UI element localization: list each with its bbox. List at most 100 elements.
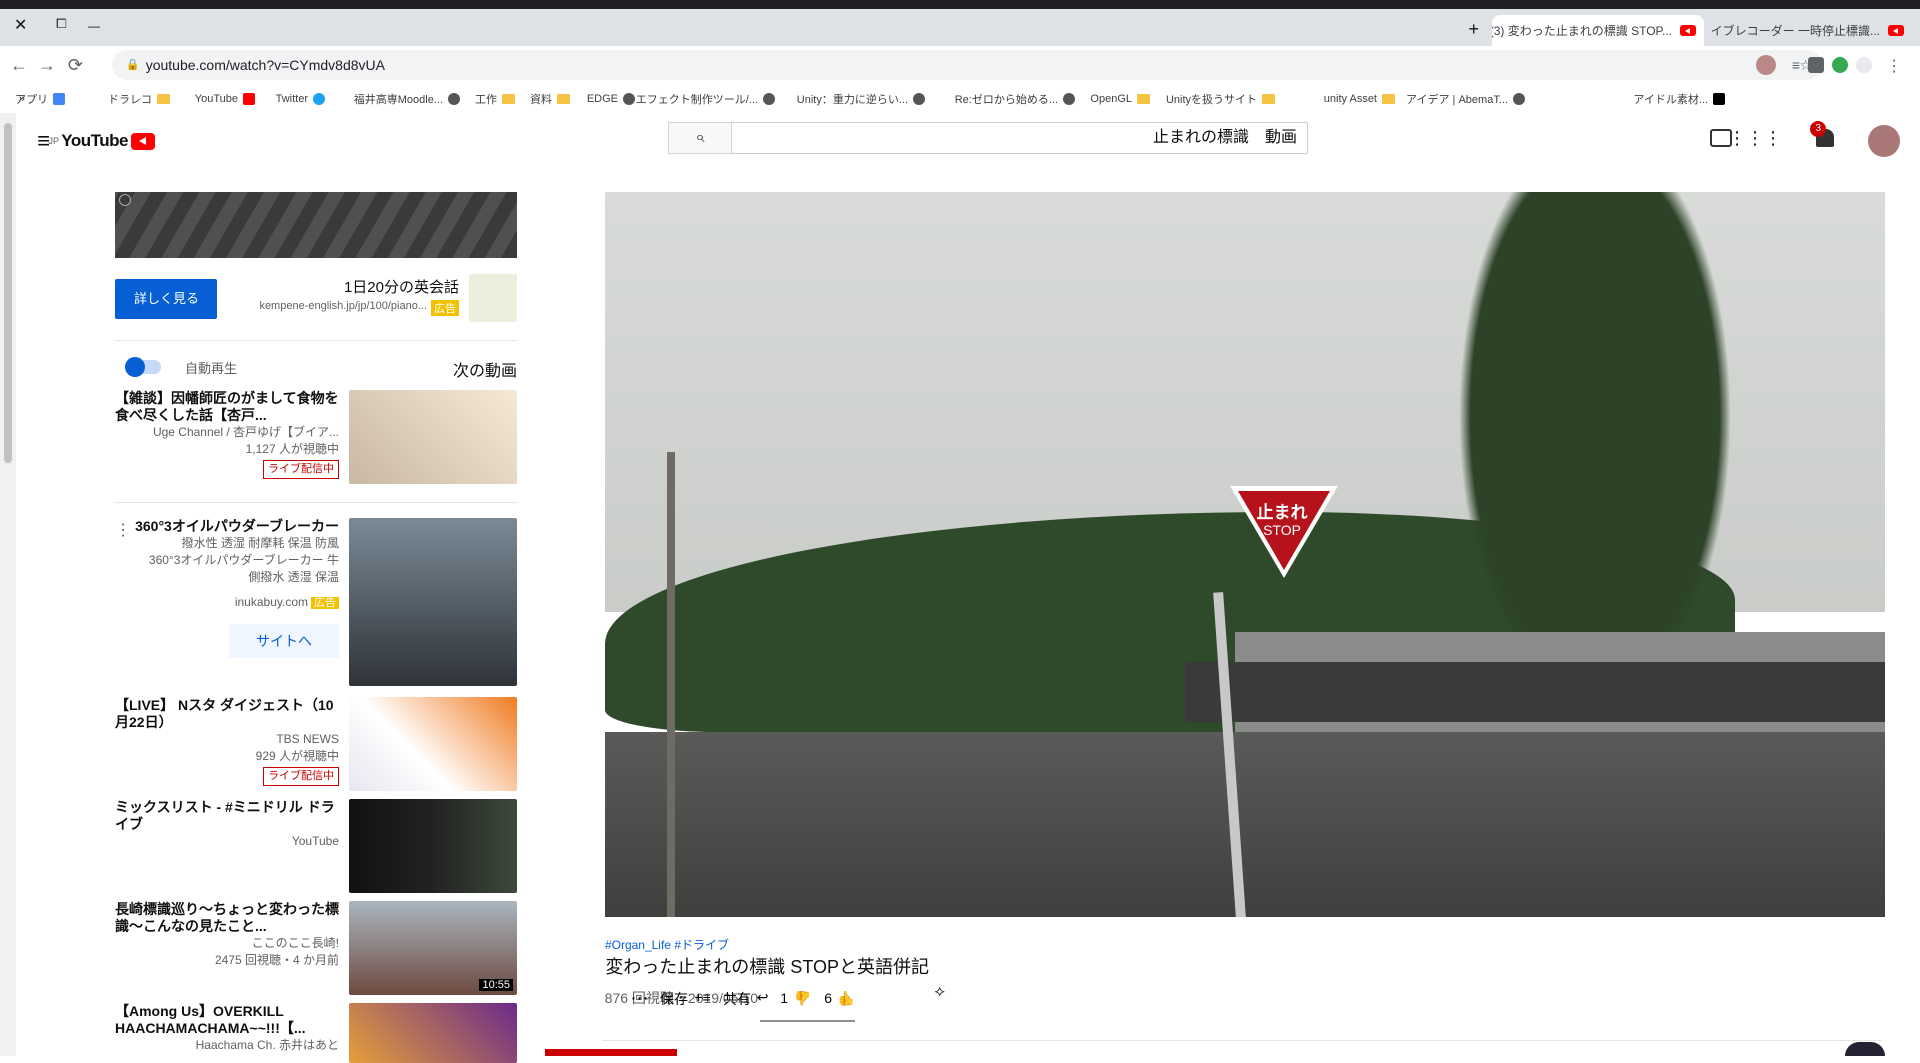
- forward-icon[interactable]: →: [36, 54, 58, 76]
- back-icon[interactable]: ←: [8, 54, 30, 76]
- channel-avatar[interactable]: [1845, 1042, 1885, 1056]
- thumbs-up-icon: 👍: [837, 990, 855, 1006]
- ad-badge: 広告: [311, 597, 339, 609]
- autoplay-toggle[interactable]: [125, 357, 161, 377]
- bookmarks-overflow[interactable]: »: [19, 90, 25, 108]
- video-title: 長崎標識巡り～ちょっと変わった標識～こんなの見たこと...: [115, 901, 339, 934]
- list-item[interactable]: 【Among Us】OVERKILL HAACHAMACHAMA~~!!!【..…: [115, 1003, 517, 1063]
- playlist-add-icon: ≡+: [694, 988, 711, 1005]
- ad-banner[interactable]: [115, 192, 517, 258]
- viewers: 1,127 人が視聴中: [245, 442, 339, 456]
- list-item[interactable]: 【LIVE】 Nスタ ダイジェスト（10月22日） TBS NEWS 929 人…: [115, 697, 517, 791]
- like-ratio-bar: [760, 1020, 855, 1022]
- search-input[interactable]: 止まれの標識 動画: [730, 122, 1308, 154]
- extension-green-icon[interactable]: [1832, 57, 1848, 73]
- bookmark-twitter[interactable]: Twitter: [276, 90, 330, 108]
- tab-1[interactable]: (3) ドライブレコーダー 一時停止標識... ×: [1712, 15, 1912, 46]
- url-text: youtube.com/watch?v=CYmdv8d8vUA: [146, 57, 386, 73]
- minimize-button[interactable]: —: [88, 19, 100, 33]
- extensions-puzzle-icon[interactable]: [1808, 57, 1824, 73]
- channel-name: YouTube: [291, 834, 339, 848]
- menu-dots-icon[interactable]: ⋮: [1886, 56, 1902, 76]
- close-window-button[interactable]: ✕: [14, 15, 27, 35]
- reload-icon[interactable]: ⟳: [64, 54, 86, 76]
- video-title: 変わった止まれの標識 STOPと英語併記: [605, 957, 929, 977]
- ad-title: 360°3オイルパウダーブレーカー: [135, 518, 339, 534]
- scrollbar-thumb[interactable]: [4, 123, 12, 463]
- ad-title[interactable]: 1日20分の英会話: [229, 276, 459, 297]
- thumbs-down-icon: 👎: [794, 990, 812, 1006]
- share-button[interactable]: ↪ 共有: [723, 989, 769, 1009]
- reading-list-icon[interactable]: ≡: [1784, 57, 1800, 73]
- url-bar[interactable]: 🔒 youtube.com/watch?v=CYmdv8d8vUA ☆: [112, 50, 1822, 80]
- bookmark-moodle[interactable]: 福井高専Moodle...: [354, 90, 465, 108]
- bell-icon[interactable]: 3: [1810, 121, 1834, 147]
- channel-name: Haachama Ch. 赤井はあと: [195, 1038, 339, 1052]
- channel-name: Uge Channel / 杏戸ゆげ【ブイア...: [152, 425, 339, 439]
- bookmark-effects[interactable]: エフェクト制作ツール/...: [636, 90, 780, 108]
- youtube-header: ≡ YouTube JP 止まれの標識 動画 ⌕ ⋮⋮⋮ 3: [0, 113, 1920, 169]
- search-button[interactable]: ⌕: [668, 122, 732, 154]
- bookmark-folder[interactable]: 資料: [530, 90, 575, 108]
- stop-sign: 止まれ STOP: [1228, 480, 1340, 580]
- ad-thumbnail[interactable]: [349, 518, 517, 686]
- next-videos-heading: 次の動画: [452, 363, 517, 380]
- video-thumbnail[interactable]: [349, 390, 517, 484]
- bookmark-edge[interactable]: EDGE: [587, 90, 640, 108]
- profile-avatar[interactable]: [1756, 55, 1776, 75]
- extension-icon[interactable]: [1856, 57, 1872, 73]
- apps-grid-icon[interactable]: ⋮⋮⋮: [1728, 128, 1782, 148]
- more-options-icon[interactable]: ⋮: [115, 520, 131, 540]
- channel-name: ここのここ長崎!: [251, 936, 339, 950]
- video-fence: [1185, 662, 1885, 722]
- ad-cta-button[interactable]: 詳しく見る: [115, 279, 217, 319]
- video-duration: 10:55: [479, 979, 513, 991]
- search-icon: ⌕: [695, 129, 705, 146]
- ad-badge: 広告: [431, 300, 459, 316]
- restore-button[interactable]: ❐: [56, 17, 67, 31]
- list-item[interactable]: 360°3オイルパウダーブレーカー 撥水性 透湿 耐摩耗 保温 防風 360°3…: [115, 518, 517, 686]
- list-item[interactable]: 10:55 長崎標識巡り～ちょっと変わった標識～こんなの見たこと... ここのこ…: [115, 901, 517, 995]
- youtube-logo[interactable]: YouTube JP: [49, 131, 155, 151]
- like-button[interactable]: 👍 6: [824, 990, 855, 1007]
- video-thumbnail[interactable]: 10:55: [349, 901, 517, 995]
- action-bar: 👍 6 👎 1 ↪ 共有 ≡+ 保存 ⋯: [630, 988, 855, 1009]
- divider: [602, 1040, 1882, 1041]
- video-hashtags[interactable]: #Organ_Life #ドライブ: [605, 936, 1885, 953]
- list-item[interactable]: 【雑談】因幡師匠のがまして食物を食べ尽くした話【杏戸... Uge Channe…: [115, 390, 517, 484]
- video-thumbnail[interactable]: [349, 799, 517, 893]
- site-button[interactable]: サイトへ: [229, 624, 339, 658]
- new-tab-button[interactable]: +: [1464, 19, 1484, 39]
- ad-thumbnail[interactable]: [469, 274, 517, 322]
- dislike-button[interactable]: 👎 1: [781, 990, 812, 1007]
- page-scrollbar[interactable]: [0, 113, 16, 1056]
- bookmark-opengl[interactable]: OpenGL: [1090, 90, 1155, 108]
- list-item[interactable]: ミックスリスト - #ミニドリル ドライブ YouTube: [115, 799, 517, 893]
- bookmark-idol[interactable]: アイドル素材...: [1633, 90, 1730, 108]
- avatar[interactable]: [1868, 125, 1900, 157]
- bookmarks-bar: アプリ ドラレコ YouTube Twitter 福井高専Moodle... 工…: [0, 85, 1920, 114]
- save-button[interactable]: ≡+ 保存: [660, 989, 710, 1009]
- video-road: [605, 732, 1885, 917]
- video-player[interactable]: 止まれ STOP: [605, 192, 1885, 917]
- bookmark-folder[interactable]: 工作: [475, 90, 520, 108]
- bookmark-folder[interactable]: ドラレコ: [108, 90, 175, 108]
- youtube-favicon: [1680, 25, 1696, 36]
- more-actions-icon[interactable]: ⋯: [630, 988, 648, 1009]
- bookmark-unity-gravity[interactable]: Unity：重力に逆らい...: [797, 90, 930, 108]
- divider: [115, 502, 517, 503]
- bookmark-rezero[interactable]: Re:ゼロから始める...: [955, 90, 1080, 108]
- bookmark-youtube[interactable]: YouTube: [195, 90, 260, 108]
- save-to-playlist-icon[interactable]: ⟡: [934, 983, 945, 1001]
- bookmark-unity-asset[interactable]: unity Asset: [1324, 90, 1400, 108]
- subscribe-button[interactable]: [545, 1049, 677, 1056]
- tab-title: (3) ドライブレコーダー 一時停止標識...: [1712, 24, 1880, 38]
- address-row: ← → ⟳ 🔒 youtube.com/watch?v=CYmdv8d8vUA …: [0, 46, 1920, 85]
- video-thumbnail[interactable]: [349, 1003, 517, 1063]
- info-icon[interactable]: [119, 194, 131, 206]
- bookmark-unity-sites[interactable]: Unityを扱うサイト: [1166, 90, 1280, 108]
- video-thumbnail[interactable]: [349, 697, 517, 791]
- bookmark-abema[interactable]: アイデア | AbemaT...: [1406, 90, 1530, 108]
- youtube-play-icon: [131, 132, 155, 150]
- tab-2[interactable]: (3) 変わった止まれの標識 STOP... ▶ ×: [1492, 15, 1704, 46]
